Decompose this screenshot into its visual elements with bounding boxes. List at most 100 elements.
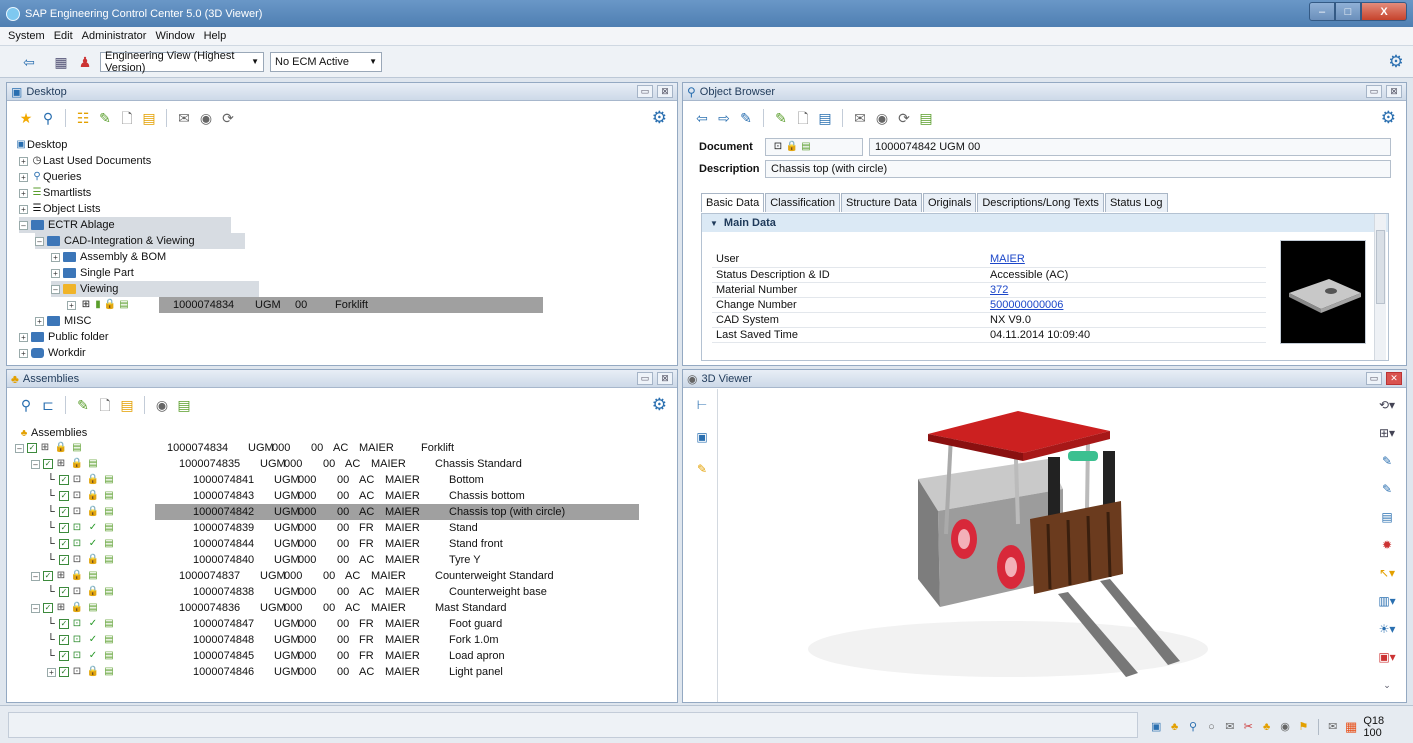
pen-check-icon[interactable]: ✎ [96, 109, 114, 127]
row-cells[interactable]: 1000074847 UGM 000 00 FR MAIER Foot guard [155, 616, 639, 632]
expand-icon[interactable]: – [15, 443, 24, 453]
row-cells[interactable]: 1000074845 UGM 000 00 FR MAIER Load apron [155, 648, 639, 664]
new-document-icon[interactable]: 🗋 [794, 109, 812, 127]
row-cells[interactable]: 1000074846 UGM 000 00 AC MAIER Light panel [155, 664, 639, 680]
checkbox[interactable]: ✓ [43, 459, 53, 469]
description-field[interactable]: Chassis top (with circle) [765, 160, 1391, 178]
more-chevron-icon[interactable]: ⌄ [1378, 676, 1396, 694]
close-button[interactable]: X [1361, 2, 1407, 21]
close-panel-button[interactable]: ✕ [1386, 372, 1402, 385]
tree-item-misc[interactable]: + MISC [35, 313, 92, 329]
row-cells[interactable]: 1000074844 UGM 000 00 FR MAIER Stand front [155, 536, 639, 552]
settings-gear-icon[interactable]: ⚙ [1381, 108, 1396, 128]
lighting-icon[interactable]: ☀▾ [1378, 620, 1396, 638]
vertical-scrollbar[interactable] [1374, 214, 1386, 360]
tab-originals[interactable]: Originals [922, 193, 977, 212]
document-search-icon[interactable]: ▤ [816, 109, 834, 127]
originals-icon[interactable]: ▤ [175, 396, 193, 414]
restore-panel-button[interactable]: ▭ [637, 85, 653, 98]
table-row[interactable]: └ ✓ ⊡ 🔒 ▤ [47, 472, 117, 488]
maximize-button[interactable]: □ [1335, 2, 1361, 21]
checkbox[interactable]: ✓ [59, 507, 69, 517]
explode-icon[interactable]: ✹ [1378, 536, 1396, 554]
rotate-icon[interactable]: ⟲▾ [1378, 396, 1396, 414]
maximize-panel-button[interactable]: ⊠ [1386, 85, 1402, 98]
checkbox[interactable]: ✓ [59, 523, 69, 533]
view-eye-icon[interactable]: ◉ [873, 109, 891, 127]
row-cells[interactable]: 1000074840 UGM 000 00 AC MAIER Tyre Y [155, 552, 639, 568]
comment-icon[interactable]: ✎ [693, 460, 711, 478]
assembly-icon[interactable]: ♣ [1166, 718, 1182, 736]
expand-icon[interactable]: – [31, 603, 40, 613]
expand-icon[interactable]: + [35, 316, 44, 326]
row-cells[interactable]: 1000074841 UGM 000 00 AC MAIER Bottom [155, 472, 639, 488]
circle-icon[interactable]: ○ [1203, 718, 1219, 736]
grid-view-icon[interactable]: ⊞▾ [1378, 424, 1396, 442]
expand-icon[interactable]: + [19, 156, 28, 166]
tab-descriptions[interactable]: Descriptions/Long Texts [977, 193, 1104, 212]
edit-pencil-icon[interactable]: ✎ [737, 109, 755, 127]
tree-item-public-folder[interactable]: + Public folder [19, 329, 109, 345]
row-cells[interactable]: 1000074835 UGM 000 00 AC MAIER Chassis Standar… [155, 456, 639, 472]
settings-gear-icon[interactable]: ⚙ [652, 108, 667, 128]
measure-icon[interactable]: ✎ [1378, 452, 1396, 470]
expand-icon[interactable]: + [19, 332, 28, 342]
table-row[interactable]: └ ✓ ⊡ ✓ ▤ [47, 616, 117, 632]
table-row[interactable]: – ✓ ⊞ 🔒 ▤ [31, 456, 101, 472]
thumbnail-preview[interactable] [1280, 240, 1366, 344]
mail-icon[interactable]: ✉ [1222, 718, 1238, 736]
table-row[interactable]: └ ✓ ⊡ ✓ ▤ [47, 648, 117, 664]
tree-item-assembly-bom[interactable]: + Assembly & BOM [51, 249, 166, 265]
tree-item-last-used[interactable]: + ◷ Last Used Documents [19, 153, 151, 169]
create-document-icon[interactable]: ▤ [140, 109, 158, 127]
binoculars-icon[interactable]: ⚲ [39, 109, 57, 127]
magnifier-icon[interactable]: ⚲ [1185, 718, 1201, 736]
create-document-icon[interactable]: ▤ [118, 396, 136, 414]
checkbox[interactable]: ✓ [59, 555, 69, 565]
row-cells[interactable]: 1000074843 UGM 000 00 AC MAIER Chassis bottom [155, 488, 639, 504]
row-cells[interactable]: 1000074839 UGM 000 00 FR MAIER Stand [155, 520, 639, 536]
structure-export-icon[interactable]: ⊏ [39, 396, 57, 414]
collapse-icon[interactable]: – [19, 220, 28, 230]
expand-icon[interactable]: + [19, 188, 28, 198]
restore-panel-button[interactable]: ▭ [1366, 85, 1382, 98]
table-row[interactable]: └ ✓ ⊡ 🔒 ▤ [47, 504, 117, 520]
tree-item-smartlists[interactable]: + ☰ Smartlists [19, 185, 91, 201]
selected-row-cells[interactable]: 1000074842 UGM 000 00 AC MAIER Chassis top (wi… [155, 504, 639, 520]
tree-item-cad-integration[interactable]: – CAD-Integration & Viewing [35, 233, 245, 249]
row-cells[interactable]: 1000074834 UGM 000 00 AC MAIER Forklift [155, 440, 639, 456]
ecm-select[interactable]: No ECM Active ▼ [270, 51, 382, 72]
tree-item-workdir[interactable]: + Workdir [19, 345, 86, 361]
table-row[interactable]: └ ✓ ⊡ 🔒 ▤ [47, 552, 117, 568]
table-row[interactable]: – ✓ ⊞ 🔒 ▤ [31, 600, 101, 616]
pick-icon[interactable]: ↖▾ [1378, 564, 1396, 582]
user-link[interactable]: MAIER [990, 253, 1025, 265]
mail-icon[interactable]: ✉ [175, 109, 193, 127]
model-icon[interactable]: ▣ [693, 428, 711, 446]
checkbox[interactable]: ✓ [27, 443, 37, 453]
tab-basic-data[interactable]: Basic Data [701, 193, 765, 212]
tree-item-object-lists[interactable]: + ☰ Object Lists [19, 201, 100, 217]
checkbox[interactable]: ✓ [59, 539, 69, 549]
expand-icon[interactable]: + [19, 348, 28, 358]
originals-icon[interactable]: ▤ [917, 109, 935, 127]
menu-edit[interactable]: Edit [54, 30, 73, 42]
scrollbar-thumb[interactable] [1376, 230, 1385, 304]
tree-item-single-part[interactable]: + Single Part [51, 265, 134, 281]
minimize-button[interactable]: – [1309, 2, 1335, 21]
expand-icon[interactable]: – [31, 459, 40, 469]
expand-icon[interactable]: + [19, 172, 28, 182]
maximize-panel-button[interactable]: ⊠ [657, 372, 673, 385]
pen-check-icon[interactable]: ✎ [74, 396, 92, 414]
tree-toggle-icon[interactable]: ⊢ [693, 396, 711, 414]
tab-structure-data[interactable]: Structure Data [841, 193, 922, 212]
tree-item-ectr-ablage[interactable]: – ECTR Ablage [19, 217, 231, 233]
row-cells[interactable]: 1000074838 UGM 000 00 AC MAIER Counterweight b… [155, 584, 639, 600]
back-arrow-icon[interactable]: ⇦ [693, 109, 711, 127]
expand-icon[interactable]: + [51, 252, 60, 262]
menu-administrator[interactable]: Administrator [82, 30, 147, 42]
settings-gear-icon[interactable]: ⚙ [652, 395, 667, 415]
view-eye-icon[interactable]: ◉ [197, 109, 215, 127]
checkbox[interactable]: ✓ [59, 491, 69, 501]
expand-icon[interactable]: + [51, 268, 60, 278]
